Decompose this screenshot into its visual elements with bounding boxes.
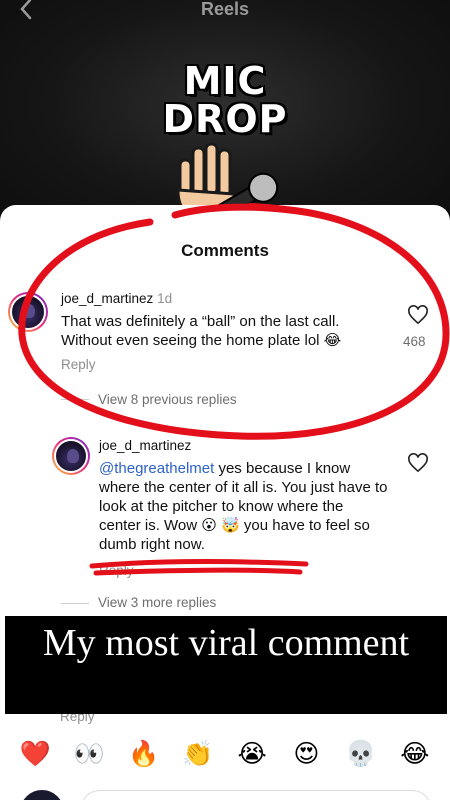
caption-line-1: MIC: [183, 59, 267, 103]
thread-line: [61, 603, 89, 604]
tears-of-joy-emoji[interactable]: 😂: [395, 739, 435, 769]
heart-eyes-emoji[interactable]: 😍: [286, 739, 326, 769]
reply-button[interactable]: Reply: [99, 563, 134, 578]
reply-button[interactable]: Reply: [61, 357, 96, 372]
caption-line-2: DROP: [162, 97, 288, 141]
view-more-replies[interactable]: View 3 more replies: [98, 595, 216, 610]
crying-emoji[interactable]: 😭: [232, 739, 272, 769]
clap-emoji[interactable]: 👏: [178, 739, 218, 769]
story-banner: My most viral comment 😂: [5, 616, 447, 714]
comment-time: 1d: [157, 291, 173, 306]
reel-video-background: Reels MIC DROP: [0, 0, 450, 230]
comment-header: joe_d_martinez 1d: [61, 291, 172, 306]
banner-text: My most viral comment: [42, 622, 410, 664]
comment-input[interactable]: [80, 790, 432, 800]
reply-text: @thegreathelmet yes because I know where…: [99, 459, 389, 554]
mention-link[interactable]: @thegreathelmet: [99, 460, 214, 477]
heart-icon[interactable]: [407, 305, 429, 325]
red-heart-emoji[interactable]: ❤️: [15, 739, 55, 769]
comments-title: Comments: [181, 241, 269, 260]
emoji-reaction-bar: ❤️ 👀 🔥 👏 😭 😍 💀 😂: [0, 736, 450, 772]
comment-username[interactable]: joe_d_martinez: [61, 291, 153, 306]
comment-text: That was definitely a “ball” on the last…: [61, 313, 342, 349]
page-title: Reels: [200, 0, 250, 19]
view-previous-replies[interactable]: View 8 previous replies: [98, 392, 237, 407]
skull-emoji[interactable]: 💀: [341, 739, 381, 769]
like-count: 468: [403, 334, 426, 349]
reply-avatar[interactable]: [52, 437, 90, 475]
heart-icon[interactable]: [407, 453, 429, 473]
eyes-emoji[interactable]: 👀: [69, 739, 109, 769]
banner-emoji: 😂: [208, 667, 244, 700]
fire-emoji[interactable]: 🔥: [124, 739, 164, 769]
reply-header: joe_d_martinez: [99, 438, 191, 453]
reel-caption: MIC DROP: [0, 62, 450, 138]
reply-username[interactable]: joe_d_martinez: [99, 438, 191, 453]
avatar-image: [10, 294, 46, 330]
avatar-image: [54, 439, 88, 473]
commenter-avatar[interactable]: [8, 292, 48, 332]
thread-line: [61, 399, 89, 400]
